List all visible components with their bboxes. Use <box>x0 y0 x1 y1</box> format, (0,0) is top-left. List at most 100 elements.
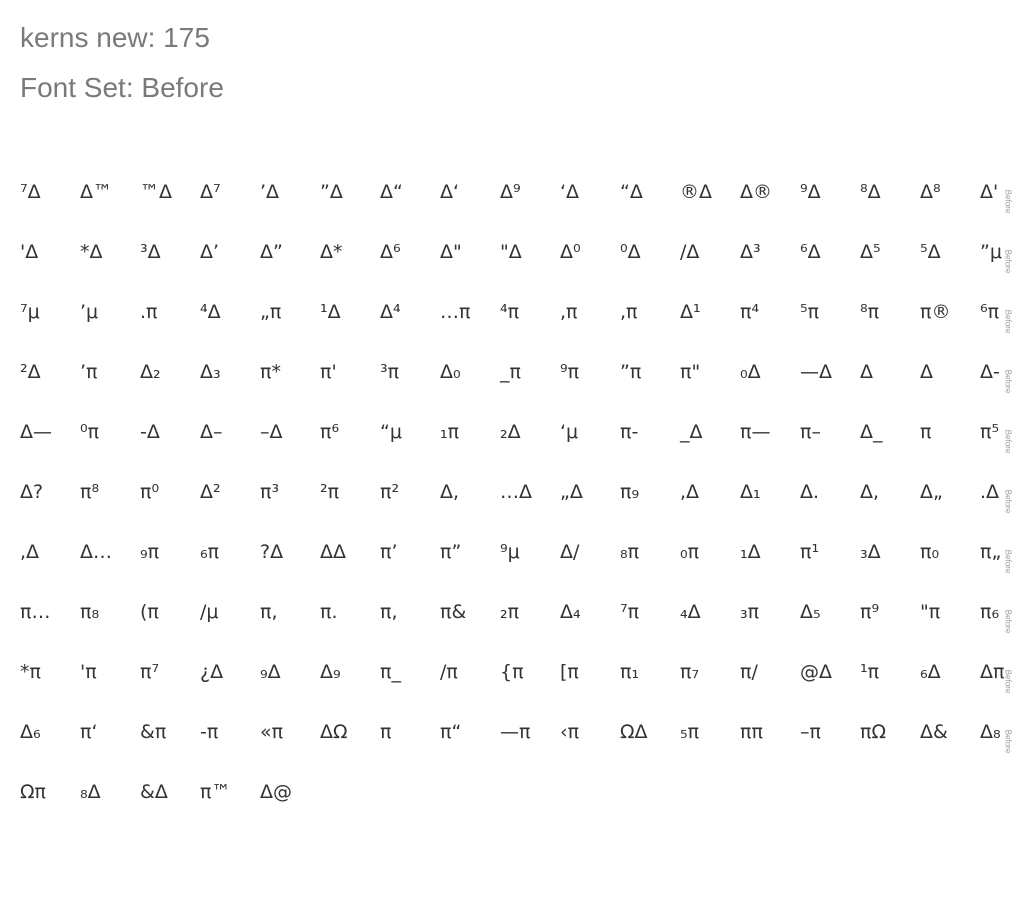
kern-pair: …Δ <box>500 481 532 503</box>
kern-pair: «π <box>260 721 284 743</box>
kern-pair: "Δ <box>500 241 522 263</box>
kern-pair: ?Δ <box>260 541 284 563</box>
kern-pair: Δ„ <box>920 481 943 503</box>
kern-pair: ,π <box>620 301 638 323</box>
kern-pair: ₀Δ <box>740 361 761 383</box>
kern-pair: ⁸Δ <box>860 181 881 203</box>
kern-pair: Δ* <box>320 241 343 263</box>
kern-pair: ₁π <box>440 421 460 443</box>
kern-pair: Δ, <box>440 481 460 503</box>
kern-pair: _Δ <box>680 421 703 443</box>
kern-pair: ₉Δ <box>260 661 281 683</box>
kern-pair: Δ₄ <box>560 601 581 623</box>
kern-pair: π— <box>740 421 771 443</box>
kern-pair: …π <box>440 301 471 323</box>
kern-pair: π“ <box>440 721 462 743</box>
kern-pair: ,Δ <box>20 541 40 563</box>
kern-pair: —Δ <box>800 361 832 383</box>
kern-pair: ΔΔ <box>320 541 346 563</box>
kern-pair: π* <box>260 361 281 383</box>
kern-pair: ⁸π <box>860 301 880 323</box>
kern-pair: /Δ <box>680 241 700 263</box>
font-set-side-label: Before <box>1003 309 1013 333</box>
kern-pair: ™Δ <box>140 181 172 203</box>
kern-pair: π⁸ <box>80 481 100 503</box>
kern-pair: -π <box>200 721 219 743</box>
kern-pair: ⁴Δ <box>200 301 221 323</box>
kern-pair: π³ <box>260 481 280 503</box>
kern-pair: ₄Δ <box>680 601 701 623</box>
kern-pair: π₇ <box>680 661 700 683</box>
kern-pair: Δ™ <box>80 181 112 203</box>
kern-pair: πΩ <box>860 721 886 743</box>
kern-pair: Δ⁴ <box>380 301 401 323</box>
kern-pair: π” <box>440 541 462 563</box>
kern-pair: Δ, <box>860 481 880 503</box>
kern-pair: 'π <box>80 661 97 683</box>
kern-pair: ‘Δ <box>560 181 580 203</box>
kern-pair: Δ₁ <box>740 481 761 503</box>
kern-pair: π⁶ <box>320 421 340 443</box>
kern-pair: ₆π <box>200 541 220 563</box>
kern-pair: ‘μ <box>560 421 579 443</box>
kern-pair: ²Δ <box>20 361 41 383</box>
kern-pair: ₁Δ <box>740 541 761 563</box>
kern-pair: π’ <box>380 541 398 563</box>
kern-pair: ₆Δ <box>920 661 941 683</box>
kern-pair: *π <box>20 661 41 683</box>
kern-pair: [π <box>560 661 579 683</box>
kern-pair: Δ¹ <box>680 301 701 323</box>
kern-pair: Δ⁶ <box>380 241 401 263</box>
kern-pair-row: Δ₆ π‘ &π -π «π ΔΩ π π“ —π ‹π ΩΔ ₅π ππ –π πΩ Δ& Δ₈ Before <box>0 717 1024 757</box>
kern-pair: Δ“ <box>380 181 403 203</box>
kern-pair: π₉ <box>620 481 640 503</box>
kern-pair: Δ <box>860 361 873 383</box>
kern-pair: π… <box>20 601 51 623</box>
kern-pair: π' <box>320 361 337 383</box>
kern-pair: ππ <box>740 721 763 743</box>
kern-pair: ⁴π <box>500 301 520 323</box>
kern-pair: π⁴ <box>740 301 760 323</box>
kern-pair: ¿Δ <box>200 661 224 683</box>
kern-pair: π/ <box>740 661 758 683</box>
font-set-side-label: Before <box>1003 429 1013 453</box>
kern-pair: π₈ <box>80 601 100 623</box>
kern-pair: ⁷Δ <box>20 181 41 203</box>
kern-pair-row: ,Δ Δ… ₉π ₆π ?Δ ΔΔ π’ π” ⁹μ Δ/₈π ₀π ₁Δ π¹ ₃Δ π₀ π„ Before <box>0 537 1024 577</box>
kern-pair: —π <box>500 721 531 743</box>
kern-pair: Δ³ <box>740 241 761 263</box>
kern-pair-row: Ωπ ₈Δ &Δ π™ Δ@ <box>0 777 1024 817</box>
kern-pair: ⁹Δ <box>800 181 821 203</box>
font-set-side-label: Before <box>1003 249 1013 273</box>
kern-pair: ”π <box>620 361 642 383</box>
kern-pair: „π <box>260 301 282 323</box>
font-set-side-label: Before <box>1003 669 1013 693</box>
kern-pair: π" <box>680 361 701 383</box>
kern-pair: -Δ <box>140 421 160 443</box>
kern-pair: Δ⁹ <box>500 181 521 203</box>
kern-pair: Δ⁸ <box>920 181 941 203</box>
kern-pair: ,Δ <box>680 481 700 503</box>
kern-pair: π. <box>320 601 338 623</box>
kern-pair: ₅π <box>680 721 700 743</box>
kern-pair: Δ‘ <box>440 181 460 203</box>
kern-pair: ,π <box>560 301 578 323</box>
kern-pair: &π <box>140 721 167 743</box>
kern-pair: π& <box>440 601 467 623</box>
kern-pair: ’Δ <box>260 181 280 203</box>
kern-pair: Δ_ <box>860 421 883 443</box>
kern-pair: Δ… <box>80 541 112 563</box>
font-set-side-label: Before <box>1003 369 1013 393</box>
kern-pair: ³Δ <box>140 241 161 263</box>
kern-pair: .π <box>140 301 158 323</box>
kern-pair: &Δ <box>140 781 168 803</box>
font-set-side-label: Before <box>1003 489 1013 513</box>
kern-pair: Δ/ <box>560 541 580 563</box>
kern-pair: “μ <box>380 421 402 443</box>
kern-pair: π, <box>260 601 278 623</box>
kern-pair: Δ₀ <box>440 361 461 383</box>
kern-pair: ¹Δ <box>320 301 341 323</box>
kern-pair: ₈Δ <box>80 781 101 803</box>
kern-pair: π- <box>620 421 639 443</box>
kern-pair: Δ’ <box>200 241 220 263</box>
